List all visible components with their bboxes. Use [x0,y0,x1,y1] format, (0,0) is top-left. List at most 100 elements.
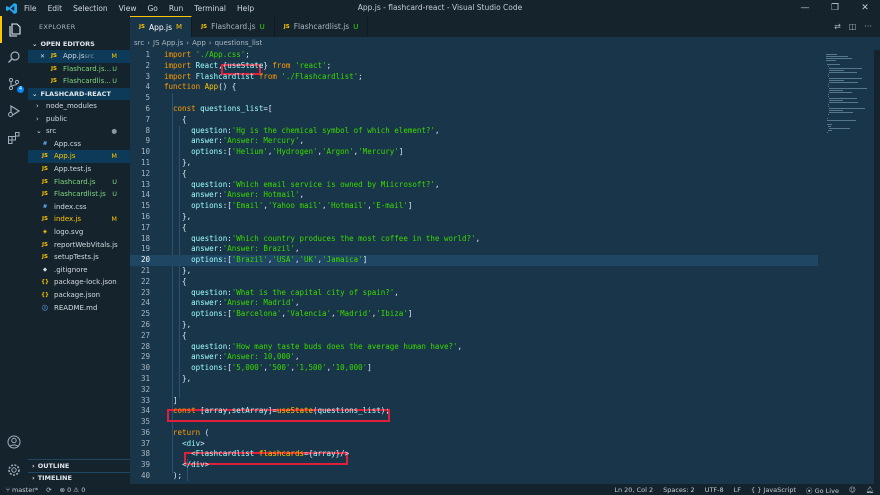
sync-icon[interactable]: ⟳ [46,486,51,494]
code-line[interactable]: 2 import React,{useState} from 'react'; [130,61,818,72]
compare-changes-icon[interactable]: ⇄ [834,22,841,31]
code-line[interactable]: 21 }, [130,266,818,277]
code-line[interactable]: 11 }, [130,158,818,169]
open-editor-item[interactable]: JS Flashcard.js... U [28,63,130,76]
code-line[interactable]: 3 import Flashcardlist from './Flashcardl… [130,72,818,83]
code-line[interactable]: 5 [130,93,818,104]
file-tree-item[interactable]: › node_modules [28,100,130,113]
close-icon[interactable]: ✕ [40,53,49,60]
encoding-status[interactable]: UTF-8 [705,486,724,494]
code-line[interactable]: 29 answer:'Answer: 10,000', [130,352,818,363]
minimize-icon[interactable]: — [790,0,820,16]
go-live-button[interactable]: ⦿ Go Live [806,485,839,495]
file-tree-item[interactable]: {} package-lock.json [28,276,130,289]
code-line[interactable]: 38 <Flashcardlist flashcards={array}/> [130,449,818,460]
code-line[interactable]: 13 question:'Which email service is owne… [130,180,818,191]
menu-item-help[interactable]: Help [237,4,254,13]
minimap[interactable] [818,50,873,484]
open-editor-item[interactable]: JS Flashcardlis... U [28,75,130,88]
extensions-icon[interactable] [0,124,28,151]
code-line[interactable]: 40 ); [130,471,818,482]
code-line[interactable]: 22 { [130,277,818,288]
code-line[interactable]: 25 options:['Barcelona','Valencia','Madr… [130,309,818,320]
code-line[interactable]: 23 question:'What is the capital city of… [130,288,818,299]
file-tree-item[interactable]: JS setupTests.js [28,251,130,264]
code-line[interactable]: 4 function App() { [130,82,818,93]
code-editor[interactable]: 1 import './App.css'; 2 import React,{useSt… [130,50,818,484]
code-line[interactable]: 15 options:['Email','Yahoo mail','Hotmai… [130,201,818,212]
tab-flashcard-js[interactable]: JS Flashcard.js U [192,16,275,37]
file-tree-item[interactable]: # index.css [28,201,130,214]
code-line[interactable]: 33 ] [130,396,818,407]
open-editors-header[interactable]: ⌄ OPEN EDITORS [28,38,130,50]
code-line[interactable]: 19 answer:'Answer: Brazil', [130,244,818,255]
open-editor-item[interactable]: ✕ JS App.js src M [28,50,130,63]
breadcrumb-item[interactable]: questions_list [215,39,263,47]
explorer-icon[interactable] [0,16,28,43]
feedback-icon[interactable]: ☺ [849,486,856,494]
menu-item-terminal[interactable]: Terminal [194,4,226,13]
code-line[interactable]: 39 </div> [130,460,818,471]
code-line[interactable]: 34 const [array,setArray]=useState(quest… [130,406,818,417]
code-line[interactable]: 37 <div> [130,439,818,450]
source-control-icon[interactable]: 4 [0,70,28,97]
file-tree-item[interactable]: JS Flashcard.js U [28,175,130,188]
file-tree-item[interactable]: JS App.js M [28,150,130,163]
code-line[interactable]: 26 }, [130,320,818,331]
account-icon[interactable] [0,428,28,455]
code-line[interactable]: 32 [130,385,818,396]
code-line[interactable]: 16 }, [130,212,818,223]
breadcrumb-item[interactable]: JS App.js [153,39,183,47]
file-tree-item[interactable]: ⓘ README.md [28,301,130,314]
more-actions-icon[interactable]: ··· [864,22,872,31]
menu-item-go[interactable]: Go [147,4,157,13]
code-line[interactable]: 27 { [130,331,818,342]
menu-item-run[interactable]: Run [169,4,183,13]
code-line[interactable]: 20 options:['Brazil','USA','UK','Jamaica… [130,255,818,266]
eol-status[interactable]: LF [734,486,741,494]
problems-status[interactable]: ⊗ 0 ⚠ 0 [60,486,86,494]
code-line[interactable]: 36 return ( [130,428,818,439]
menu-item-view[interactable]: View [119,4,137,13]
run-debug-icon[interactable] [0,97,28,124]
menu-item-edit[interactable]: Edit [48,4,63,13]
file-tree-item[interactable]: JS App.test.js [28,163,130,176]
code-line[interactable]: 31 }, [130,374,818,385]
menu-item-selection[interactable]: Selection [73,4,108,13]
code-line[interactable]: 18 question:'Which country produces the … [130,234,818,245]
close-icon[interactable]: ✕ [850,0,880,16]
search-icon[interactable] [0,43,28,70]
code-line[interactable]: 10 options:['Helium','Hydrogen','Argon',… [130,147,818,158]
tab-flashcardlist-js[interactable]: JS Flashcardlist.js U [275,16,369,37]
file-tree-item[interactable]: {} package.json [28,289,130,302]
code-line[interactable]: 6 const questions_list=[ [130,104,818,115]
branch-status[interactable]: ⑂ master* [6,486,38,494]
timeline-header[interactable]: › TIMELINE [28,471,130,485]
notifications-bell-icon[interactable]: 🔔︎ [866,486,874,494]
file-tree-item[interactable]: ◆ .gitignore [28,264,130,277]
restore-icon[interactable]: ❐ [820,0,850,16]
file-tree-item[interactable]: › public [28,112,130,125]
code-line[interactable]: 30 options:['5,000','500','1,500','10,00… [130,363,818,374]
code-line[interactable]: 28 question:'How many taste buds does th… [130,342,818,353]
vertical-scrollbar[interactable] [874,50,880,484]
menu-item-file[interactable]: File [24,4,37,13]
settings-gear-icon[interactable] [0,456,28,483]
code-line[interactable]: 9 answer:'Answer: Mercury', [130,136,818,147]
code-line[interactable]: 24 answer:'Answer: Madrid', [130,298,818,309]
file-tree-item[interactable]: JS Flashcardlist.js U [28,188,130,201]
project-header[interactable]: ⌄ FLASHCARD-REACT [28,87,130,100]
file-tree-item[interactable]: JS index.js M [28,213,130,226]
language-mode[interactable]: { } JavaScript [751,486,796,494]
tab-app-js[interactable]: JS App.js M [130,16,193,37]
code-line[interactable]: 8 question:'Hg is the chemical symbol of… [130,126,818,137]
file-tree-item[interactable]: # App.css [28,138,130,151]
code-line[interactable]: 1 import './App.css'; [130,50,818,61]
code-line[interactable]: 7 { [130,115,818,126]
split-editor-icon[interactable]: ◫ [849,22,857,31]
breadcrumb-item[interactable]: App [192,39,206,47]
outline-header[interactable]: › OUTLINE [28,459,130,472]
cursor-position[interactable]: Ln 20, Col 2 [614,486,653,494]
code-line[interactable]: 12 { [130,169,818,180]
file-tree-item[interactable]: ⌄ src ● [28,125,130,138]
